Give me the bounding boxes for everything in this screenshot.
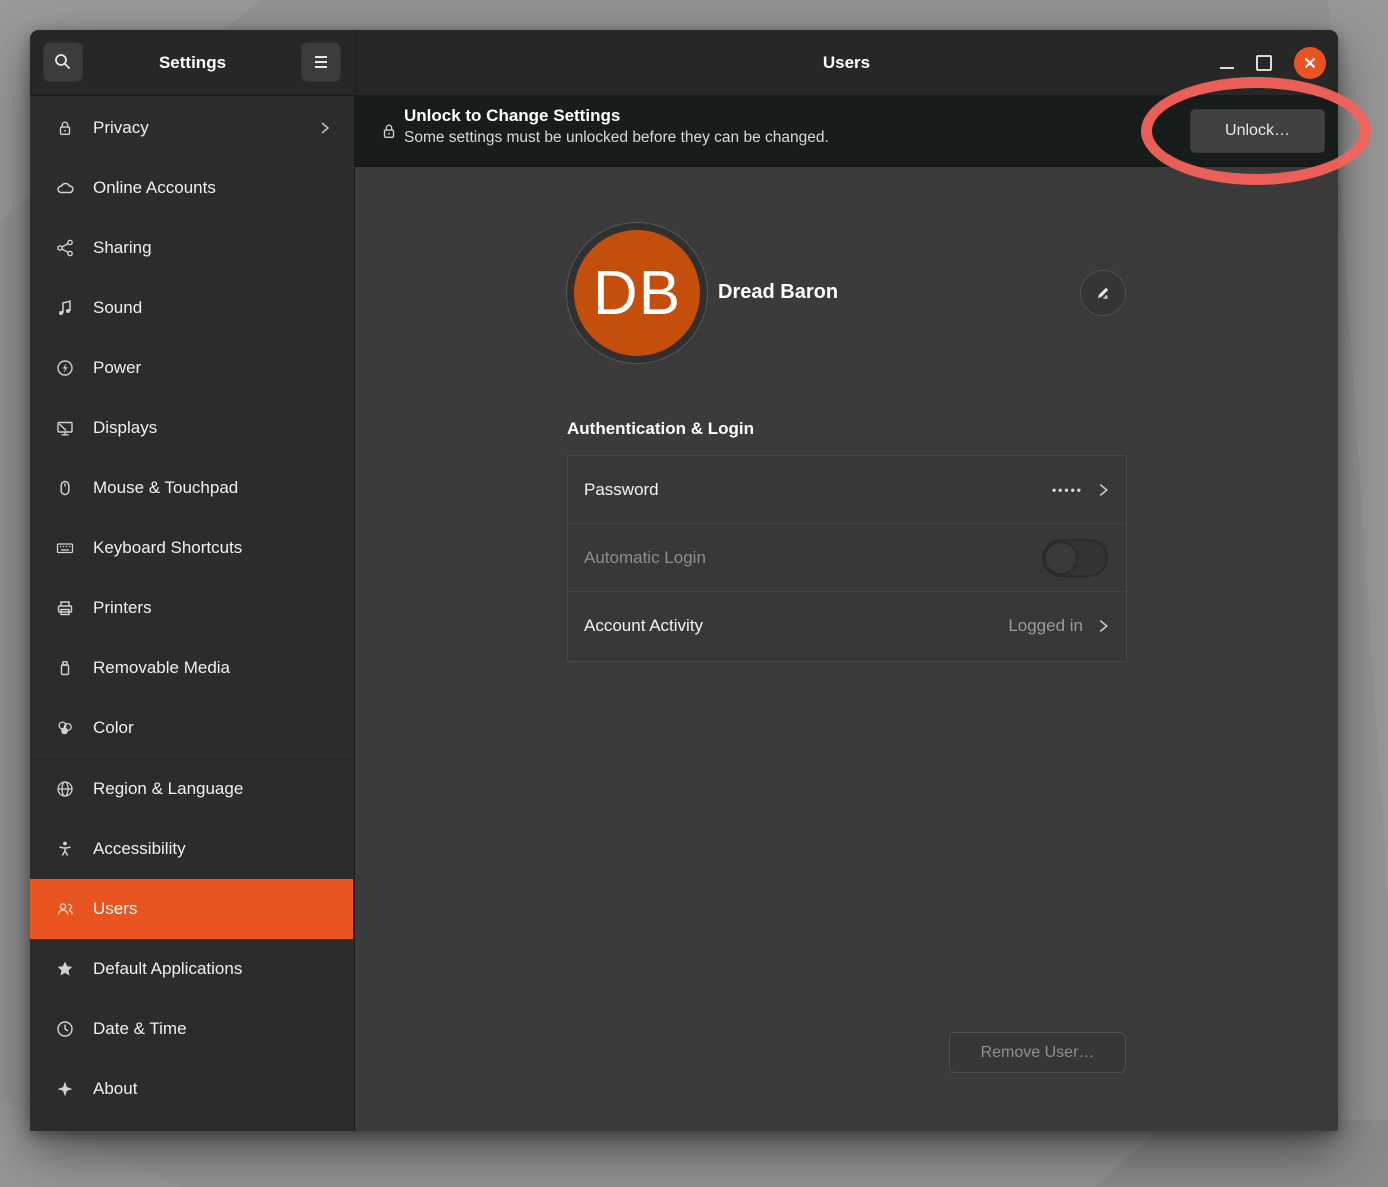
edit-name-button[interactable] (1080, 270, 1126, 316)
sidebar-item-label: Online Accounts (93, 178, 339, 198)
cloud-icon (55, 178, 75, 198)
clock-icon (55, 1019, 75, 1039)
sidebar-item-color[interactable]: Color (30, 698, 353, 758)
sidebar-item-label: Sound (93, 298, 339, 318)
chevron-right-icon (319, 120, 331, 136)
globe-icon (55, 779, 75, 799)
sidebar-item-removable-media[interactable]: Removable Media (30, 638, 353, 698)
banner-subtitle: Some settings must be unlocked before th… (404, 129, 829, 147)
auth-group: Password ••••• Automatic Login Account A… (567, 455, 1127, 662)
automatic-login-row: Automatic Login (568, 524, 1126, 592)
account-activity-value: Logged in (1008, 616, 1083, 636)
sidebar-item-label: Color (93, 718, 339, 738)
hamburger-icon (312, 55, 330, 69)
sidebar-item-power[interactable]: Power (30, 338, 353, 398)
sidebar-item-online-accounts[interactable]: Online Accounts (30, 158, 353, 218)
sidebar-item-privacy[interactable]: Privacy (30, 98, 353, 158)
sidebar-item-label: Printers (93, 598, 339, 618)
sidebar-item-label: Region & Language (93, 779, 339, 799)
sidebar-item-label: Mouse & Touchpad (93, 478, 339, 498)
account-activity-label: Account Activity (584, 616, 1008, 636)
window-controls (1220, 30, 1326, 95)
automatic-login-label: Automatic Login (584, 548, 1042, 568)
unlock-banner: Unlock to Change Settings Some settings … (355, 95, 1338, 167)
sparkle-icon (55, 1079, 75, 1099)
printer-icon (55, 598, 75, 618)
display-icon (55, 418, 75, 438)
avatar: DB (566, 222, 708, 364)
sidebar-item-label: Power (93, 358, 339, 378)
password-dots: ••••• (1052, 483, 1083, 497)
star-icon (55, 959, 75, 979)
sidebar-item-mouse-touchpad[interactable]: Mouse & Touchpad (30, 458, 353, 518)
sidebar-item-label: Privacy (93, 118, 319, 138)
sidebar-item-users[interactable]: Users (30, 879, 353, 939)
sidebar-item-label: Users (93, 899, 339, 919)
settings-window: Settings Users (30, 30, 1338, 1131)
avatar-initials: DB (574, 230, 700, 356)
sidebar-item-sharing[interactable]: Sharing (30, 218, 353, 278)
sidebar-list: Privacy Online Accounts (30, 98, 353, 1119)
password-label: Password (584, 480, 1052, 500)
power-icon (55, 358, 75, 378)
account-activity-row[interactable]: Account Activity Logged in (568, 592, 1126, 660)
chevron-right-icon (1097, 481, 1110, 499)
lock-icon (55, 118, 75, 138)
automatic-login-toggle[interactable] (1042, 539, 1108, 577)
user-name: Dread Baron (718, 281, 838, 304)
sidebar-item-displays[interactable]: Displays (30, 398, 353, 458)
minimize-button[interactable] (1220, 57, 1234, 69)
sidebar-item-sound[interactable]: Sound (30, 278, 353, 338)
sidebar-item-about[interactable]: About (30, 1059, 353, 1119)
sidebar-item-region-language[interactable]: Region & Language (30, 759, 353, 819)
sidebar-item-printers[interactable]: Printers (30, 578, 353, 638)
minimize-icon (1220, 67, 1234, 69)
menu-button[interactable] (301, 42, 341, 82)
maximize-icon (1256, 55, 1272, 71)
sidebar-item-date-time[interactable]: Date & Time (30, 999, 353, 1059)
remove-user-button[interactable]: Remove User… (949, 1032, 1126, 1073)
sidebar-item-label: Keyboard Shortcuts (93, 538, 339, 558)
maximize-button[interactable] (1256, 55, 1272, 71)
close-button[interactable] (1294, 47, 1326, 79)
sidebar: Privacy Online Accounts (30, 96, 355, 1131)
auth-section-heading: Authentication & Login (567, 419, 754, 439)
keyboard-icon (55, 538, 75, 558)
accessibility-person-icon (55, 839, 75, 859)
sidebar-item-keyboard-shortcuts[interactable]: Keyboard Shortcuts (30, 518, 353, 578)
toggle-knob (1044, 541, 1078, 575)
share-nodes-icon (55, 238, 75, 258)
sidebar-item-label: Accessibility (93, 839, 339, 859)
music-note-icon (55, 298, 75, 318)
users-icon (55, 899, 75, 919)
titlebar: Settings Users (30, 30, 1338, 96)
unlock-button[interactable]: Unlock… (1190, 109, 1325, 153)
desktop: Settings Users (0, 0, 1388, 1187)
sidebar-item-label: Default Applications (93, 959, 339, 979)
banner-title: Unlock to Change Settings (404, 106, 620, 126)
users-panel: DB Dread Baron Authentication & Login Pa… (355, 167, 1338, 1131)
sidebar-item-label: Removable Media (93, 658, 339, 678)
close-icon (1303, 56, 1317, 70)
sidebar-item-label: About (93, 1079, 339, 1099)
sidebar-item-accessibility[interactable]: Accessibility (30, 819, 353, 879)
lock-icon (380, 121, 398, 141)
mouse-icon (55, 478, 75, 498)
pencil-icon (1093, 283, 1113, 303)
usb-drive-icon (55, 658, 75, 678)
password-row[interactable]: Password ••••• (568, 456, 1126, 524)
sidebar-item-label: Date & Time (93, 1019, 339, 1039)
chevron-right-icon (1097, 617, 1110, 635)
color-circles-icon (55, 718, 75, 738)
page-title: Users (355, 30, 1338, 95)
sidebar-item-label: Sharing (93, 238, 339, 258)
sidebar-item-label: Displays (93, 418, 339, 438)
sidebar-item-default-applications[interactable]: Default Applications (30, 939, 353, 999)
